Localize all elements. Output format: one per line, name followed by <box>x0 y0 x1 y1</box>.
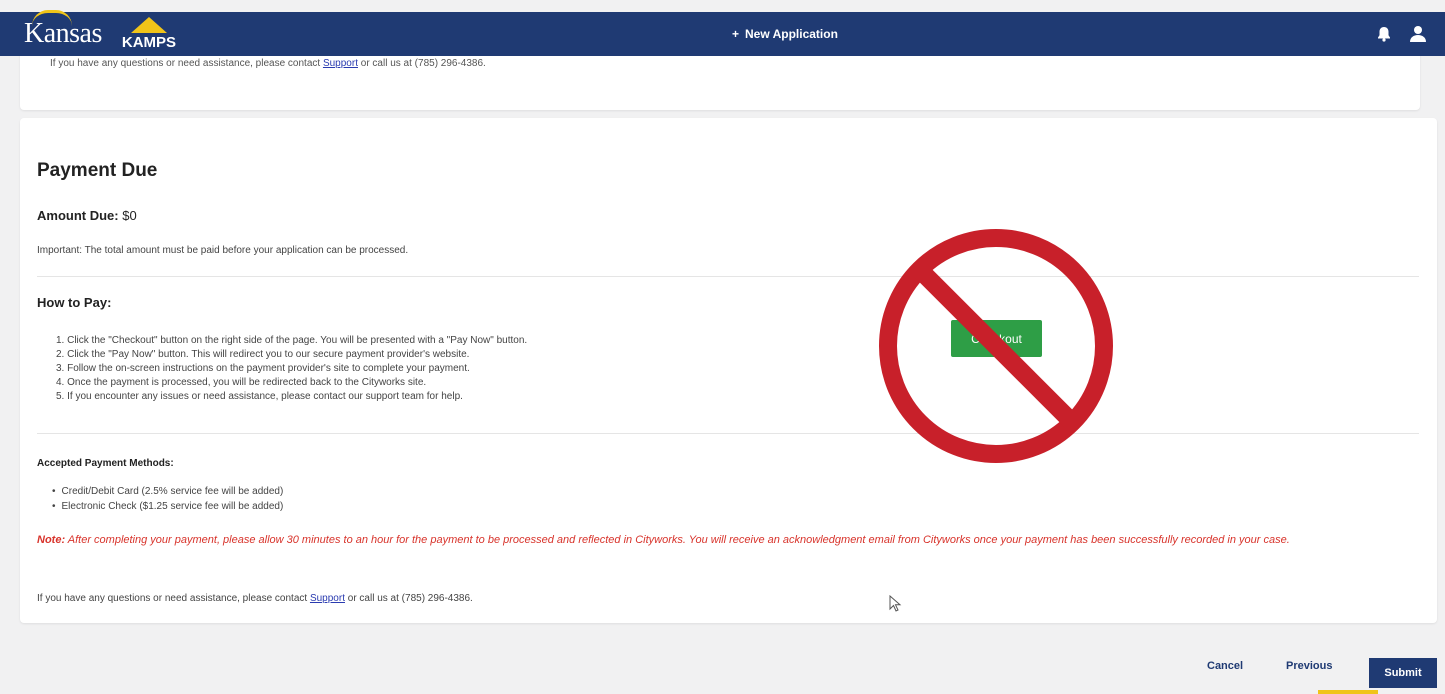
payment-steps: 1. Click the "Checkout" button on the ri… <box>56 334 527 404</box>
support-contact-line: If you have any questions or need assist… <box>50 58 486 69</box>
contact-text-after: or call us at (785) 296-4386. <box>357 58 486 69</box>
list-item: Electronic Check ($1.25 service fee will… <box>52 499 284 514</box>
support-link[interactable]: Support <box>310 593 345 604</box>
tent-icon <box>130 17 167 33</box>
divider <box>37 433 1419 434</box>
plus-icon: + <box>732 27 740 41</box>
payment-note: Note: After completing your payment, ple… <box>37 530 1417 550</box>
bell-icon[interactable] <box>1377 26 1391 42</box>
mouse-cursor-icon <box>889 595 902 612</box>
how-to-pay-heading: How to Pay: <box>37 295 112 310</box>
contact-text: If you have any questions or need assist… <box>37 593 310 604</box>
list-item: 5. If you encounter any issues or need a… <box>56 391 463 402</box>
list-item: 4. Once the payment is processed, you wi… <box>56 377 427 388</box>
payment-methods-list: Credit/Debit Card (2.5% service fee will… <box>52 484 284 514</box>
submit-button[interactable]: Submit <box>1369 658 1437 688</box>
list-item: 1. Click the "Checkout" button on the ri… <box>56 335 528 346</box>
checkout-button[interactable]: Checkout <box>951 320 1042 357</box>
top-navbar: Kansas KAMPS + New Application <box>0 10 1445 56</box>
important-notice: Important: The total amount must be paid… <box>37 245 409 256</box>
list-item: 2. Click the "Pay Now" button. This will… <box>56 349 470 360</box>
payment-due-card: Payment Due Amount Due: $0 Important: Th… <box>20 118 1437 623</box>
user-icon[interactable] <box>1409 25 1427 43</box>
accepted-methods-heading: Accepted Payment Methods: <box>37 458 174 469</box>
list-item: Credit/Debit Card (2.5% service fee will… <box>52 484 284 499</box>
support-link[interactable]: Support <box>323 58 358 69</box>
new-application-label: New Application <box>745 27 838 41</box>
kansas-logo[interactable]: Kansas <box>24 10 102 48</box>
contact-text: If you have any questions or need assist… <box>50 58 323 69</box>
contact-text-after: or call us at (785) 296-4386. <box>344 593 473 604</box>
previous-button[interactable]: Previous <box>1286 660 1332 672</box>
page-title: Payment Due <box>37 160 158 181</box>
amount-due-label: Amount Due: <box>37 208 119 223</box>
cancel-button[interactable]: Cancel <box>1207 660 1243 672</box>
kamps-logo-text: KAMPS <box>121 34 177 51</box>
amount-due-value: $0 <box>122 208 137 223</box>
support-contact-line: If you have any questions or need assist… <box>37 593 473 604</box>
amount-due: Amount Due: $0 <box>37 208 137 223</box>
list-item: 3. Follow the on-screen instructions on … <box>56 363 470 374</box>
brand[interactable]: Kansas KAMPS <box>24 10 176 51</box>
kamps-logo[interactable]: KAMPS <box>122 17 176 51</box>
divider <box>37 276 1419 277</box>
focus-indicator <box>1318 690 1378 694</box>
new-application-button[interactable]: + New Application <box>732 12 838 56</box>
note-text: After completing your payment, please al… <box>65 534 1290 546</box>
note-label: Note: <box>37 534 66 546</box>
